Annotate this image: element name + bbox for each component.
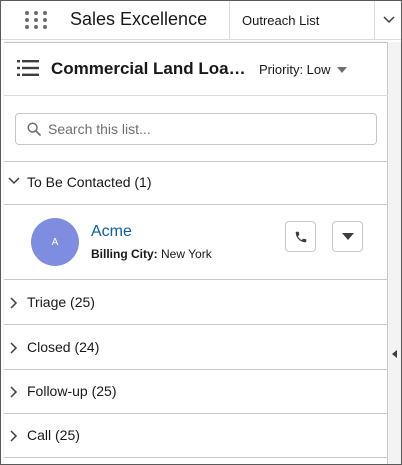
caret-down-icon: [341, 233, 354, 240]
section-label: Closed (24): [27, 339, 100, 355]
record-actions-button[interactable]: [332, 221, 363, 252]
caret-down-icon: [336, 66, 347, 73]
search-box: [15, 113, 377, 145]
chevron-right-icon: [10, 342, 18, 354]
app-launcher-icon[interactable]: [25, 11, 47, 29]
app-name: Sales Excellence: [70, 9, 208, 29]
chevron-right-icon: [10, 297, 18, 309]
split-view-strip: [389, 42, 401, 464]
search-input[interactable]: [48, 114, 368, 144]
priority-filter-dropdown[interactable]: Priority: Low: [259, 62, 347, 77]
record-item: A Acme Billing City: New York: [4, 205, 388, 280]
section-label: To Be Contacted (1): [27, 174, 152, 190]
field-label: Billing City:: [91, 247, 158, 261]
section-label: Follow-up (25): [27, 383, 117, 399]
section-label: Call (25): [27, 427, 80, 443]
nav-menu-chevron-down-icon[interactable]: [376, 1, 401, 39]
list-icon[interactable]: [17, 60, 39, 76]
field-value: New York: [161, 247, 212, 261]
section-triage[interactable]: Triage (25): [4, 281, 388, 325]
section-call[interactable]: Call (25): [4, 414, 388, 458]
nav-tab-outreach-list[interactable]: Outreach List: [229, 1, 375, 39]
list-panel: Commercial Land Loan ... Priority: Low T…: [4, 42, 388, 464]
phone-icon: [295, 231, 306, 242]
global-header: Sales Excellence Outreach List: [1, 1, 401, 40]
search-icon: [27, 122, 41, 136]
list-header: Commercial Land Loan ... Priority: Low: [4, 43, 388, 96]
chevron-right-icon: [10, 430, 18, 442]
section-closed[interactable]: Closed (24): [4, 326, 388, 370]
billing-city-field: Billing City: New York: [91, 247, 212, 261]
chevron-down-icon: [8, 177, 20, 185]
priority-label: Priority: Low: [259, 62, 331, 77]
list-title: Commercial Land Loan ...: [51, 59, 251, 78]
app-window: Sales Excellence Outreach List Commercia…: [0, 0, 402, 465]
section-label: Triage (25): [27, 294, 95, 310]
call-button[interactable]: [285, 221, 316, 252]
chevron-right-icon: [10, 386, 18, 398]
collapse-panel-icon[interactable]: [392, 350, 397, 358]
section-to-be-contacted[interactable]: To Be Contacted (1): [4, 161, 388, 205]
record-name-link[interactable]: Acme: [91, 223, 132, 241]
section-follow-up[interactable]: Follow-up (25): [4, 370, 388, 414]
avatar: A: [31, 218, 79, 266]
